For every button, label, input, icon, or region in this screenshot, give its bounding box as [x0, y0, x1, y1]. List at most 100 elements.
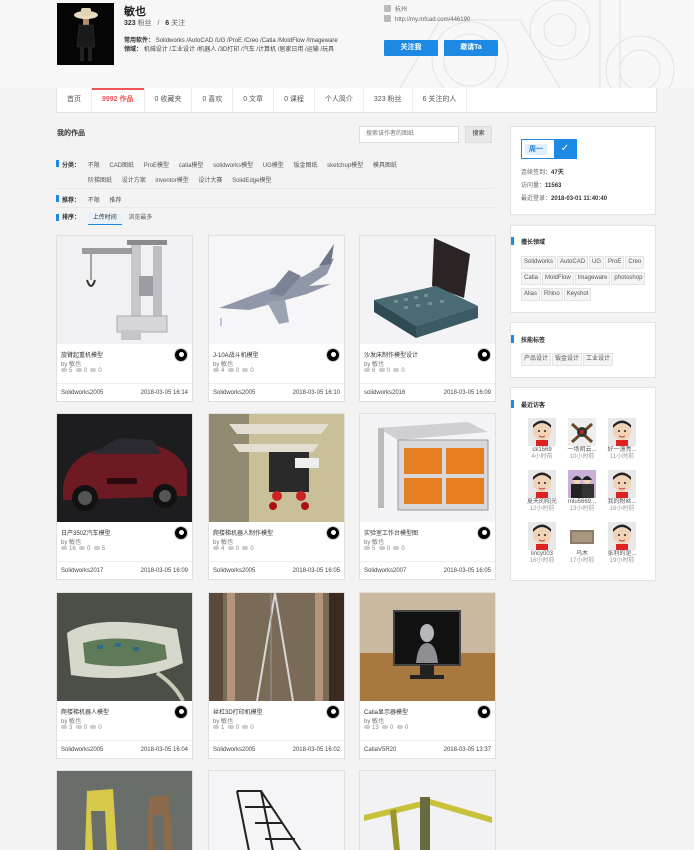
work-author[interactable]: by 敏也: [364, 537, 384, 546]
follows-label[interactable]: 关注: [171, 20, 185, 27]
work-author[interactable]: by 敏也: [61, 537, 81, 546]
skill-tag[interactable]: Creo: [625, 256, 645, 269]
skill-tag[interactable]: MoldFlow: [542, 272, 574, 285]
skill-tag[interactable]: photoshop: [611, 272, 646, 285]
category-option[interactable]: 钣金图纸: [293, 163, 317, 169]
work-author[interactable]: by 敏也: [61, 359, 81, 368]
category-option[interactable]: catia模型: [179, 163, 204, 169]
author-avatar[interactable]: [477, 705, 491, 719]
skill-tag[interactable]: Rhino: [541, 288, 563, 301]
tab-fans[interactable]: 323 粉丝: [364, 88, 413, 112]
recommend-option[interactable]: 推荐: [109, 198, 121, 204]
category-option[interactable]: 阶梯图纸: [88, 178, 112, 184]
skill-tag[interactable]: Keyshot: [563, 288, 592, 301]
visitor-avatar[interactable]: [528, 470, 556, 498]
follow-button[interactable]: 关注我: [384, 40, 438, 56]
work-card[interactable]: 实验室工作台模型图 by 敏也 5 0 0 Solidworks2007 201…: [359, 413, 496, 580]
visitor-name[interactable]: 夏天的阳光: [527, 499, 557, 506]
author-avatar[interactable]: [326, 705, 340, 719]
visitor-item[interactable]: 好一漂亮... 11小时前: [607, 418, 637, 461]
tab-articles[interactable]: 0 文章: [233, 88, 275, 112]
work-card[interactable]: 爬楼梯机器人模型 by 敏也 3 0 0 Solidworks2005 2018…: [56, 592, 193, 759]
work-author[interactable]: by 敏也: [61, 716, 81, 725]
category-option[interactable]: 模具图纸: [373, 163, 397, 169]
skill-tag[interactable]: UG: [589, 256, 605, 269]
work-author[interactable]: by 敏也: [364, 359, 384, 368]
visitor-item[interactable]: lincy003 16小时前: [527, 522, 557, 565]
checkin-badge[interactable]: 周一 ✓: [521, 139, 577, 159]
work-card[interactable]: [56, 770, 193, 850]
visitor-item[interactable]: 我的粉丝... 16小时前: [607, 470, 637, 513]
category-option[interactable]: ProE模型: [144, 163, 169, 169]
work-card[interactable]: Catia显示器模型 by 敏也 13 0 0 CatiaV5R20 2018-…: [359, 592, 496, 759]
visitor-item[interactable]: 夏天的阳光 12小时前: [527, 470, 557, 513]
author-avatar[interactable]: [477, 526, 491, 540]
tab-courses[interactable]: 0 课程: [274, 88, 315, 112]
visitor-name[interactable]: ck1569: [527, 447, 557, 454]
visitor-avatar[interactable]: [568, 418, 596, 446]
tab-likes[interactable]: 0 喜欢: [192, 88, 234, 112]
author-avatar[interactable]: [477, 348, 491, 362]
skill-tag[interactable]: Imageware: [574, 272, 611, 285]
work-title[interactable]: 实验室工作台模型图: [364, 528, 472, 537]
work-thumbnail[interactable]: [57, 593, 192, 701]
work-title[interactable]: Catia显示器模型: [364, 707, 472, 716]
work-thumbnail[interactable]: [209, 771, 344, 850]
visitor-item[interactable]: 张利的是... 19小时前: [607, 522, 637, 565]
work-card[interactable]: 丝杠3D打印机模型 by 敏也 1 0 0 Solidworks2005 201…: [208, 592, 345, 759]
recommend-option[interactable]: 不限: [88, 198, 100, 204]
follows-count[interactable]: 6: [165, 20, 169, 27]
work-card[interactable]: 爬楼梯机器人制作模型 by 敏也 4 0 0 Solidworks2005 20…: [208, 413, 345, 580]
work-thumbnail[interactable]: [57, 414, 192, 522]
invite-button[interactable]: 邀请Ta: [444, 40, 498, 56]
tab-profile[interactable]: 个人简介: [315, 88, 364, 112]
work-title[interactable]: 旋臂起重机模型: [61, 350, 169, 359]
category-option[interactable]: sketchup模型: [327, 163, 363, 169]
category-option[interactable]: CAD图纸: [109, 163, 134, 169]
visitor-item[interactable]: mlu5669... 13小时前: [567, 470, 597, 513]
category-option[interactable]: SolidEdge模型: [232, 178, 271, 184]
work-thumbnail[interactable]: [360, 771, 495, 850]
category-option[interactable]: 设计方案: [122, 178, 146, 184]
work-thumbnail[interactable]: [360, 414, 495, 522]
visitor-name[interactable]: lincy003: [527, 551, 557, 558]
visitor-name[interactable]: 张利的是...: [607, 551, 637, 558]
category-option[interactable]: solidworks模型: [213, 163, 253, 169]
category-option[interactable]: 不限: [88, 163, 100, 169]
author-avatar[interactable]: [326, 348, 340, 362]
work-thumbnail[interactable]: [209, 236, 344, 344]
ability-tag[interactable]: 产品设计: [521, 353, 552, 366]
visitor-name[interactable]: mlu5669...: [567, 499, 597, 506]
visitor-avatar[interactable]: [608, 470, 636, 498]
author-avatar[interactable]: [326, 526, 340, 540]
skill-tag[interactable]: Alias: [521, 288, 541, 301]
work-thumbnail[interactable]: [57, 236, 192, 344]
work-title[interactable]: 日产350Z汽车模型: [61, 528, 169, 537]
visitor-avatar[interactable]: [568, 470, 596, 498]
work-author[interactable]: by 敏也: [213, 537, 233, 546]
category-option[interactable]: inventor模型: [155, 178, 188, 184]
work-card[interactable]: [208, 770, 345, 850]
sort-option-upload-time[interactable]: 上传时间: [87, 213, 122, 225]
visitor-item[interactable]: ck1569 4小时前: [527, 418, 557, 461]
tab-favorites[interactable]: 0 收藏夹: [145, 88, 193, 112]
category-option[interactable]: UG模型: [263, 163, 284, 169]
work-title[interactable]: 沙发床制作模型设计: [364, 350, 472, 359]
works-search-input[interactable]: 搜索该作者的图纸: [359, 126, 459, 143]
work-title[interactable]: 丝杠3D打印机模型: [213, 707, 321, 716]
work-thumbnail[interactable]: [57, 771, 192, 850]
skill-tag[interactable]: AutoCAD: [557, 256, 589, 269]
work-card[interactable]: 旋臂起重机模型 by 敏也 5 0 0 Solidworks2005 2018-…: [56, 235, 193, 402]
visitor-item[interactable]: 乌木 17小时前: [567, 522, 597, 565]
fans-count[interactable]: 323: [124, 20, 136, 27]
category-option[interactable]: 设计大赛: [198, 178, 222, 184]
ability-tag[interactable]: 工业设计: [583, 353, 614, 366]
sort-option-most-viewed[interactable]: 浏览最多: [123, 213, 157, 224]
tab-works[interactable]: 9992 作品: [92, 88, 145, 112]
tab-following[interactable]: 6 关注的人: [413, 88, 468, 112]
ability-tag[interactable]: 钣金设计: [552, 353, 583, 366]
work-card[interactable]: [359, 770, 496, 850]
work-thumbnail[interactable]: [360, 593, 495, 701]
visitor-avatar[interactable]: [528, 522, 556, 550]
visitor-avatar[interactable]: [568, 522, 596, 550]
